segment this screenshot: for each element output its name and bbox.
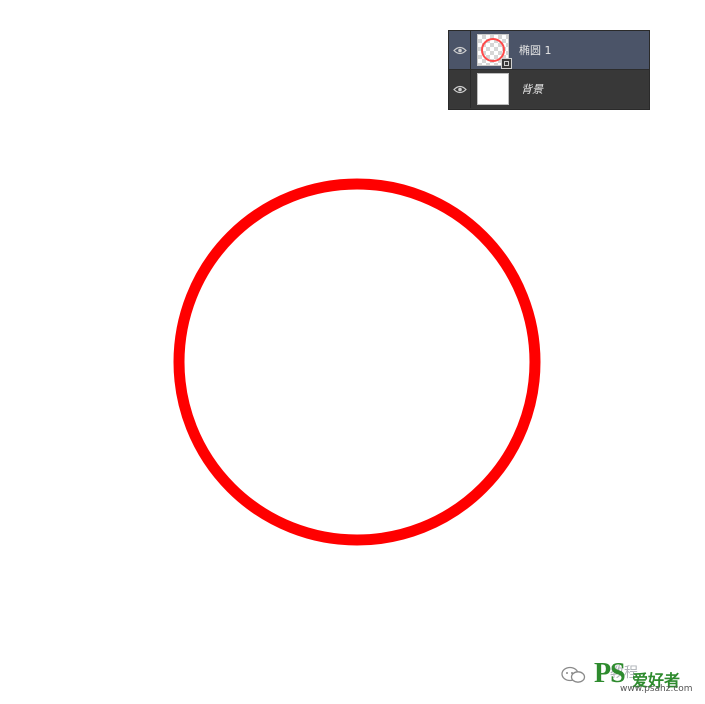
- shape-layer-thumbnail[interactable]: [477, 34, 512, 69]
- layer-name-background[interactable]: 背景: [521, 81, 543, 97]
- wechat-icon: [561, 666, 586, 683]
- shape-layer-badge-icon: [501, 58, 512, 69]
- layers-panel: 椭圆 1 背景: [448, 30, 650, 110]
- visibility-toggle[interactable]: [449, 31, 471, 69]
- eye-icon: [452, 85, 467, 93]
- eye-icon: [452, 46, 467, 54]
- white-background-thumbnail[interactable]: [477, 73, 509, 105]
- layer-name-ellipse[interactable]: 椭圆 1: [519, 42, 552, 58]
- visibility-toggle[interactable]: [449, 70, 471, 108]
- layer-row-ellipse[interactable]: 椭圆 1: [449, 31, 649, 70]
- watermark-url: www.psahz.com: [620, 684, 693, 694]
- layer-row-background[interactable]: 背景: [449, 70, 649, 108]
- watermark: 教程 PS 爱好者 www.psahz.com: [560, 658, 700, 694]
